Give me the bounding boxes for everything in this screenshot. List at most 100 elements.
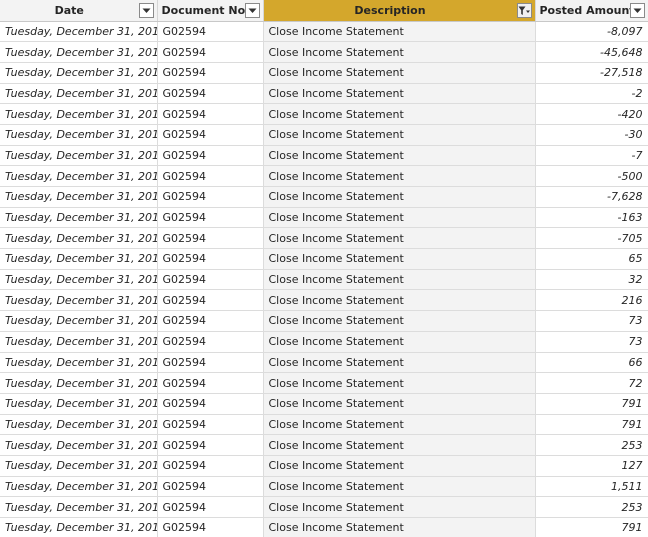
cell-posted-amount[interactable]: 72	[535, 372, 648, 394]
column-header-document-no[interactable]: Document No_	[157, 0, 264, 22]
cell-date[interactable]: Tuesday, December 31, 2019	[0, 103, 158, 125]
cell-posted-amount[interactable]: -8,097	[535, 21, 648, 43]
cell-document-no[interactable]: G02594	[157, 310, 264, 332]
cell-description[interactable]: Close Income Statement	[263, 455, 536, 477]
table-row[interactable]: Tuesday, December 31, 2019 G02594 Close In…	[0, 165, 648, 187]
table-row[interactable]: Tuesday, December 31, 2019 G02594 Close In…	[0, 496, 648, 518]
table-row[interactable]: Tuesday, December 31, 2019 G02594 Close In…	[0, 434, 648, 456]
cell-posted-amount[interactable]: -420	[535, 103, 648, 125]
table-row[interactable]: Tuesday, December 31, 2019 G02594 Close In…	[0, 21, 648, 43]
cell-description[interactable]: Close Income Statement	[263, 21, 536, 43]
cell-document-no[interactable]: G02594	[157, 352, 264, 374]
cell-date[interactable]: Tuesday, December 31, 2019	[0, 41, 158, 63]
table-row[interactable]: Tuesday, December 31, 2019 G02594 Close In…	[0, 455, 648, 477]
cell-description[interactable]: Close Income Statement	[263, 227, 536, 250]
cell-description[interactable]: Close Income Statement	[263, 331, 536, 353]
cell-posted-amount[interactable]: 73	[535, 310, 648, 332]
cell-document-no[interactable]: G02594	[157, 476, 264, 498]
cell-date[interactable]: Tuesday, December 31, 2019	[0, 476, 158, 498]
cell-document-no[interactable]: G02594	[157, 124, 264, 146]
table-row[interactable]: Tuesday, December 31, 2019 G02594 Close In…	[0, 393, 648, 415]
cell-date[interactable]: Tuesday, December 31, 2019	[0, 352, 158, 374]
cell-posted-amount[interactable]: -705	[535, 227, 648, 250]
table-row[interactable]: Tuesday, December 31, 2019 G02594 Close In…	[0, 145, 648, 167]
cell-posted-amount[interactable]: -30	[535, 124, 648, 146]
cell-description[interactable]: Close Income Statement	[263, 476, 536, 498]
cell-date[interactable]: Tuesday, December 31, 2019	[0, 289, 158, 312]
cell-description[interactable]: Close Income Statement	[263, 434, 536, 456]
table-row[interactable]: Tuesday, December 31, 2019 G02594 Close In…	[0, 331, 648, 353]
cell-description[interactable]: Close Income Statement	[263, 352, 536, 374]
cell-description[interactable]: Close Income Statement	[263, 165, 536, 187]
table-row[interactable]: Tuesday, December 31, 2019 G02594 Close In…	[0, 517, 648, 537]
table-row[interactable]: Tuesday, December 31, 2019 G02594 Close In…	[0, 103, 648, 125]
cell-posted-amount[interactable]: 791	[535, 393, 648, 415]
cell-description[interactable]: Close Income Statement	[263, 372, 536, 394]
cell-posted-amount[interactable]: 253	[535, 496, 648, 518]
cell-document-no[interactable]: G02594	[157, 41, 264, 63]
cell-document-no[interactable]: G02594	[157, 393, 264, 415]
cell-date[interactable]: Tuesday, December 31, 2019	[0, 186, 158, 208]
cell-posted-amount[interactable]: 66	[535, 352, 648, 374]
cell-description[interactable]: Close Income Statement	[263, 496, 536, 518]
cell-date[interactable]: Tuesday, December 31, 2019	[0, 455, 158, 477]
cell-document-no[interactable]: G02594	[157, 186, 264, 208]
filter-dropdown-button[interactable]	[138, 3, 154, 18]
cell-document-no[interactable]: G02594	[157, 227, 264, 250]
cell-date[interactable]: Tuesday, December 31, 2019	[0, 269, 158, 291]
table-row[interactable]: Tuesday, December 31, 2019 G02594 Close In…	[0, 83, 648, 105]
cell-posted-amount[interactable]: 1,511	[535, 476, 648, 498]
cell-date[interactable]: Tuesday, December 31, 2019	[0, 517, 158, 537]
filter-dropdown-button[interactable]	[244, 3, 260, 18]
cell-posted-amount[interactable]: -2	[535, 83, 648, 105]
table-row[interactable]: Tuesday, December 31, 2019 G02594 Close In…	[0, 476, 648, 498]
cell-posted-amount[interactable]: 253	[535, 434, 648, 456]
table-row[interactable]: Tuesday, December 31, 2019 G02594 Close In…	[0, 352, 648, 374]
cell-description[interactable]: Close Income Statement	[263, 103, 536, 125]
cell-date[interactable]: Tuesday, December 31, 2019	[0, 310, 158, 332]
table-row[interactable]: Tuesday, December 31, 2019 G02594 Close In…	[0, 124, 648, 146]
cell-description[interactable]: Close Income Statement	[263, 62, 536, 84]
cell-description[interactable]: Close Income Statement	[263, 248, 536, 270]
cell-document-no[interactable]: G02594	[157, 434, 264, 456]
table-row[interactable]: Tuesday, December 31, 2019 G02594 Close In…	[0, 310, 648, 332]
table-row[interactable]: Tuesday, December 31, 2019 G02594 Close In…	[0, 289, 648, 312]
cell-date[interactable]: Tuesday, December 31, 2019	[0, 83, 158, 105]
cell-description[interactable]: Close Income Statement	[263, 269, 536, 291]
table-row[interactable]: Tuesday, December 31, 2019 G02594 Close In…	[0, 414, 648, 436]
cell-document-no[interactable]: G02594	[157, 269, 264, 291]
cell-document-no[interactable]: G02594	[157, 62, 264, 84]
cell-document-no[interactable]: G02594	[157, 414, 264, 436]
cell-document-no[interactable]: G02594	[157, 289, 264, 312]
cell-posted-amount[interactable]: -45,648	[535, 41, 648, 63]
cell-description[interactable]: Close Income Statement	[263, 517, 536, 537]
cell-description[interactable]: Close Income Statement	[263, 41, 536, 63]
cell-posted-amount[interactable]: -500	[535, 165, 648, 187]
table-row[interactable]: Tuesday, December 31, 2019 G02594 Close In…	[0, 372, 648, 394]
cell-posted-amount[interactable]: -7,628	[535, 186, 648, 208]
cell-date[interactable]: Tuesday, December 31, 2019	[0, 124, 158, 146]
cell-document-no[interactable]: G02594	[157, 455, 264, 477]
column-header-posted-amount[interactable]: Posted Amount	[535, 0, 648, 22]
cell-description[interactable]: Close Income Statement	[263, 186, 536, 208]
cell-description[interactable]: Close Income Statement	[263, 414, 536, 436]
column-header-date[interactable]: Date	[0, 0, 158, 22]
table-row[interactable]: Tuesday, December 31, 2019 G02594 Close In…	[0, 186, 648, 208]
cell-document-no[interactable]: G02594	[157, 331, 264, 353]
cell-document-no[interactable]: G02594	[157, 372, 264, 394]
cell-posted-amount[interactable]: 127	[535, 455, 648, 477]
cell-posted-amount[interactable]: 791	[535, 414, 648, 436]
cell-document-no[interactable]: G02594	[157, 517, 264, 537]
cell-posted-amount[interactable]: -163	[535, 207, 648, 229]
cell-document-no[interactable]: G02594	[157, 145, 264, 167]
cell-document-no[interactable]: G02594	[157, 248, 264, 270]
table-row[interactable]: Tuesday, December 31, 2019 G02594 Close In…	[0, 62, 648, 84]
cell-description[interactable]: Close Income Statement	[263, 393, 536, 415]
cell-date[interactable]: Tuesday, December 31, 2019	[0, 165, 158, 187]
table-row[interactable]: Tuesday, December 31, 2019 G02594 Close In…	[0, 227, 648, 250]
cell-date[interactable]: Tuesday, December 31, 2019	[0, 414, 158, 436]
cell-document-no[interactable]: G02594	[157, 496, 264, 518]
cell-document-no[interactable]: G02594	[157, 83, 264, 105]
cell-posted-amount[interactable]: 791	[535, 517, 648, 537]
table-row[interactable]: Tuesday, December 31, 2019 G02594 Close In…	[0, 41, 648, 63]
